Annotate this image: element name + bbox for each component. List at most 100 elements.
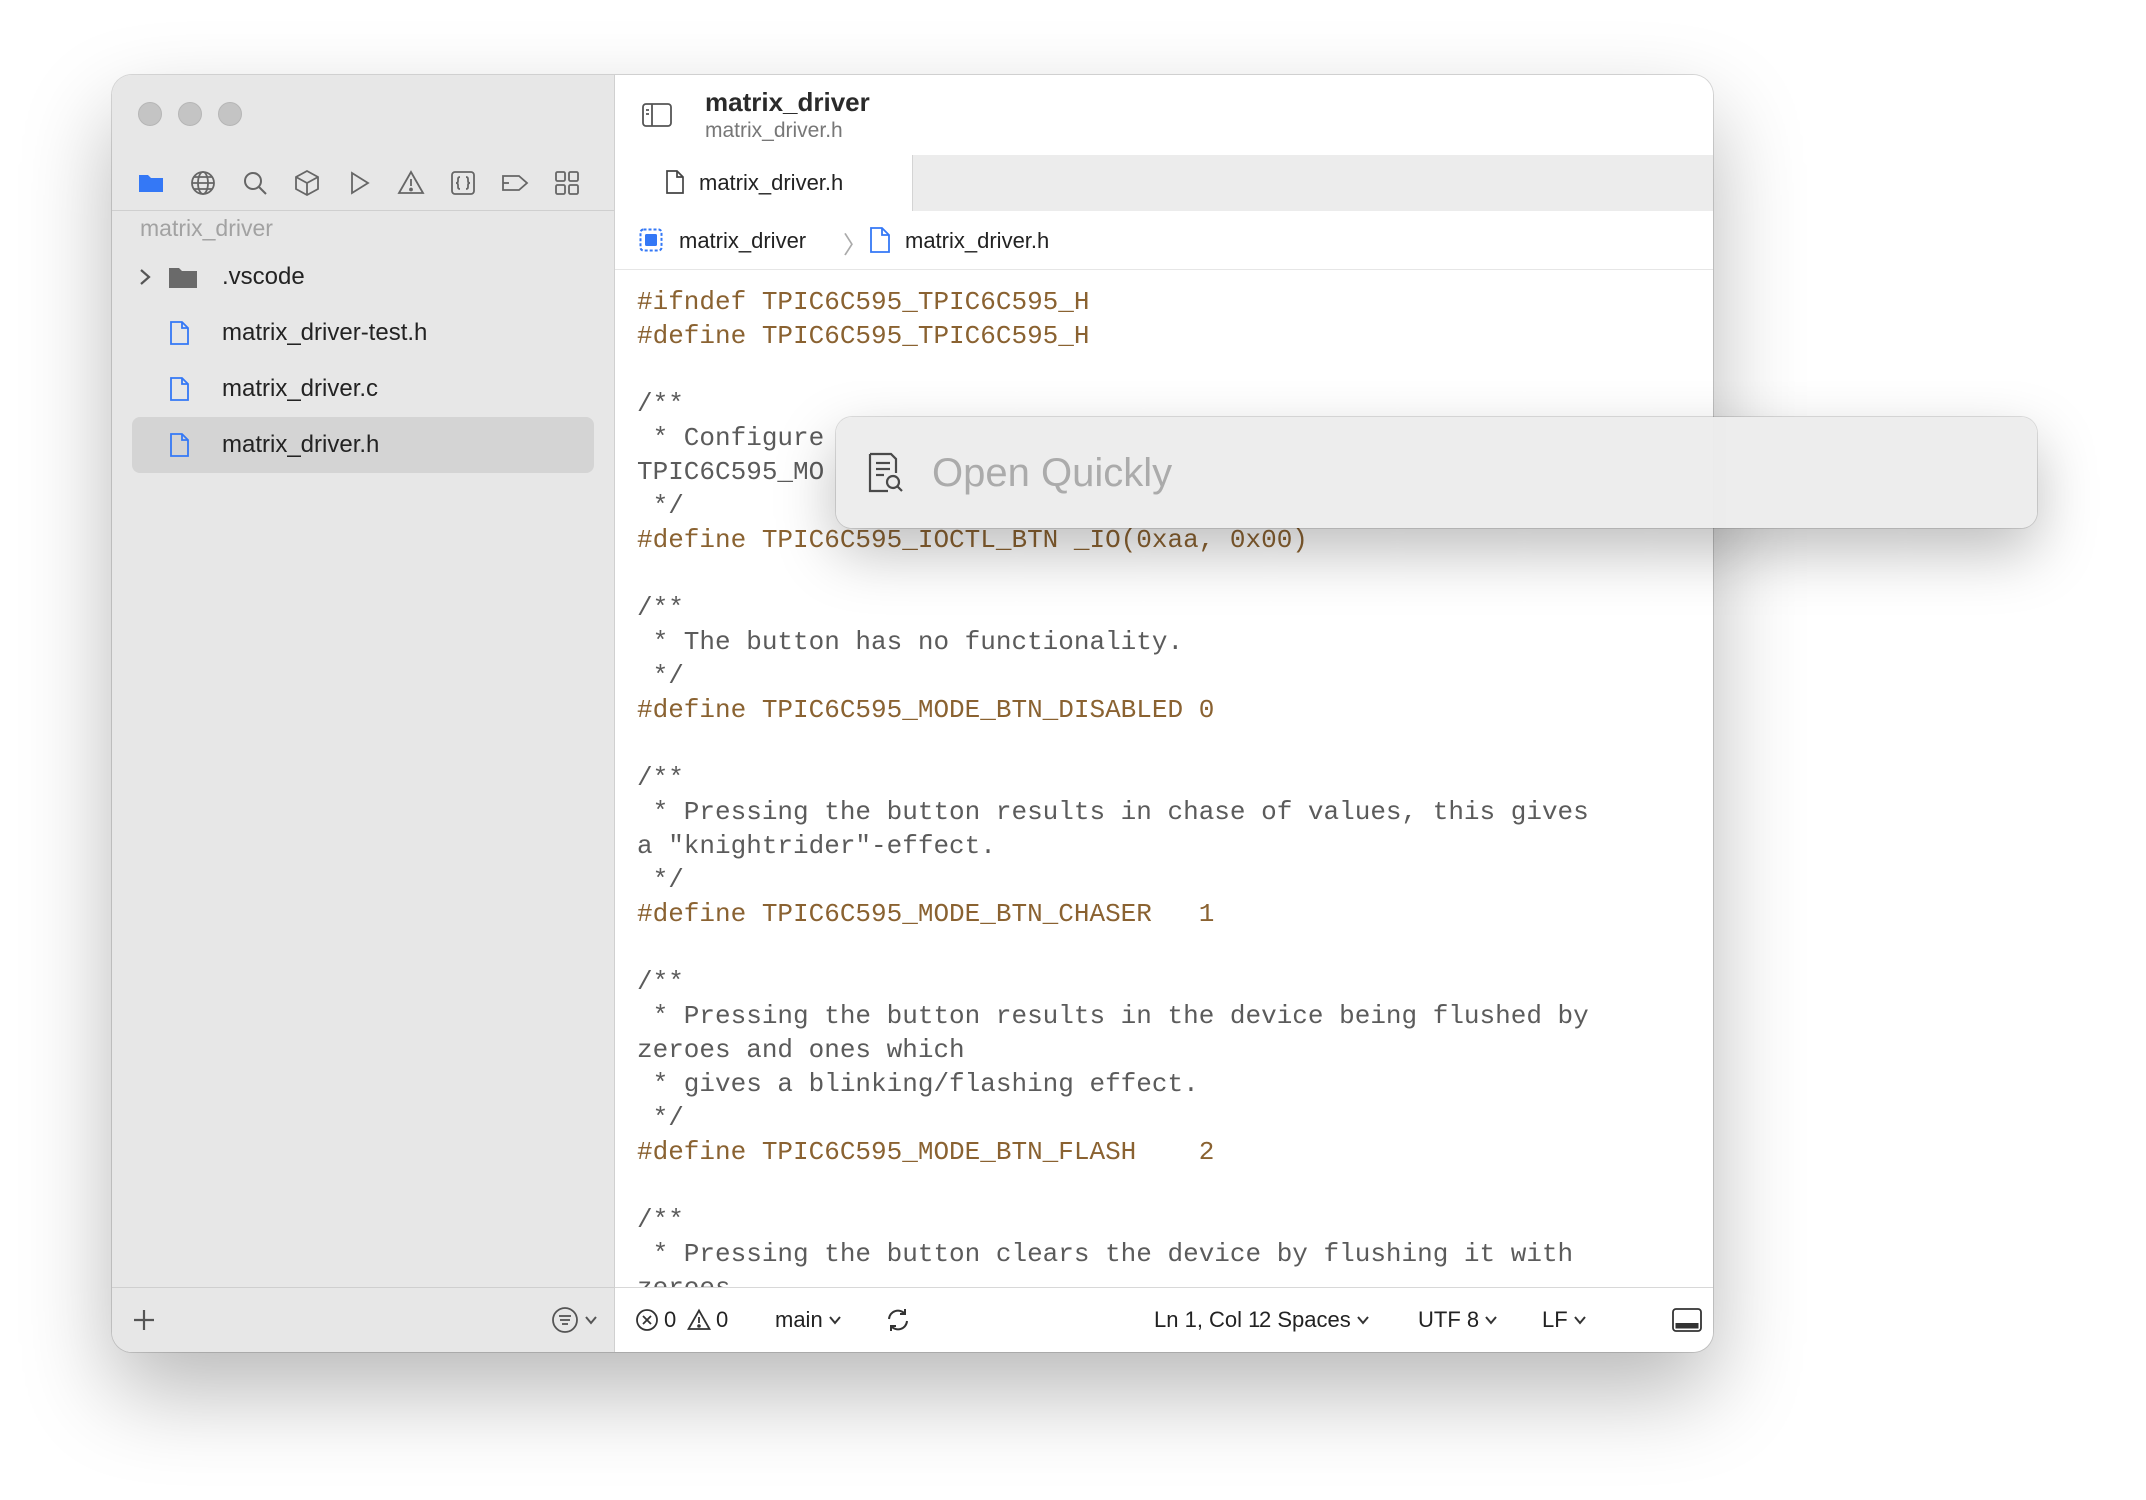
tree-item-label: matrix_driver-test.h	[222, 319, 428, 346]
globe-icon[interactable]	[188, 168, 218, 198]
code-line: * Pressing the button clears the device …	[637, 1239, 1574, 1269]
sync-button[interactable]	[883, 1305, 913, 1335]
breadcrumb-project[interactable]: matrix_driver	[679, 228, 806, 254]
breadcrumb-file[interactable]: matrix_driver.h	[905, 228, 1049, 254]
project-icon	[639, 228, 663, 257]
tree-item-matrix-driver-test-h[interactable]: matrix_driver-test.h	[132, 305, 594, 361]
tree-item-label: .vscode	[222, 263, 305, 290]
filter-icon	[552, 1307, 578, 1333]
code-line: /**	[637, 1205, 684, 1235]
code-line: * Pressing the button results in the dev…	[637, 1001, 1589, 1031]
tree-item-matrix-driver-h[interactable]: matrix_driver.h	[132, 417, 594, 473]
sync-icon	[888, 1309, 908, 1331]
window-controls	[138, 102, 242, 126]
breadcrumb: matrix_driver 〉 matrix_driver.h	[615, 211, 1713, 270]
grid-icon[interactable]	[552, 168, 582, 198]
sidebar-footer	[112, 1287, 614, 1352]
chevron-down-icon	[585, 1316, 597, 1325]
code-line: #define TPIC6C595_IOCTL_BTN _IO(0xaa, 0x…	[637, 525, 1308, 555]
code-line: #define TPIC6C595_MODE_BTN_DISABLED 0	[637, 695, 1215, 725]
chevron-down-icon	[1356, 1316, 1369, 1325]
window-header: matrix_driver matrix_driver.h	[615, 75, 1713, 156]
project-label: matrix_driver	[140, 215, 273, 241]
status-bar: 0 0 main Ln 1, Col 1 2 Spaces UTF 8 LF	[615, 1287, 1713, 1352]
folder-icon	[168, 265, 198, 289]
open-quickly-palette	[836, 417, 2037, 528]
line-ending-label: LF	[1542, 1307, 1568, 1332]
package-icon[interactable]	[292, 168, 322, 198]
sidebar-toggle-icon[interactable]	[641, 101, 673, 134]
error-count[interactable]: 0	[635, 1307, 676, 1333]
code-line: */	[637, 1103, 684, 1133]
editor-window: matrix_driver .vscode matrix_driver-test…	[112, 75, 1713, 1352]
tree-item-vscode-folder[interactable]: .vscode	[132, 249, 594, 305]
braces-icon[interactable]	[448, 168, 478, 198]
bottom-panel-icon	[1672, 1308, 1702, 1332]
branch-selector[interactable]: main	[775, 1307, 842, 1333]
toggle-panel-button[interactable]	[1671, 1306, 1703, 1334]
file-icon	[665, 169, 685, 200]
cursor-position[interactable]: Ln 1, Col 1	[1154, 1307, 1260, 1333]
tree-item-label: matrix_driver.c	[222, 375, 379, 402]
warning-count-value: 0	[716, 1307, 729, 1332]
chevron-down-icon	[828, 1316, 841, 1325]
file-icon	[168, 320, 190, 346]
close-window-button[interactable]	[138, 102, 162, 126]
tab-matrix-driver-h[interactable]: matrix_driver.h	[615, 155, 913, 211]
file-tree: .vscode matrix_driver-test.h matrix_driv…	[132, 249, 594, 473]
play-icon[interactable]	[344, 168, 374, 198]
search-icon[interactable]	[240, 168, 270, 198]
code-line: a "knightrider"-effect.	[637, 831, 996, 861]
encoding-selector[interactable]: UTF 8	[1418, 1307, 1498, 1333]
code-line: zeroes.	[637, 1273, 747, 1288]
code-line: #define TPIC6C595_TPIC6C595_H	[637, 321, 1090, 351]
line-ending-selector[interactable]: LF	[1542, 1307, 1587, 1333]
indentation-selector[interactable]: 2 Spaces	[1259, 1307, 1370, 1333]
warning-icon[interactable]	[396, 168, 426, 198]
code-line: /**	[637, 593, 684, 623]
tag-icon[interactable]	[500, 168, 530, 198]
error-count-value: 0	[664, 1307, 677, 1332]
code-line: * The button has no functionality.	[637, 627, 1184, 657]
code-line: */	[637, 865, 684, 895]
chevron-right-icon[interactable]	[138, 267, 156, 287]
encoding-label: UTF 8	[1418, 1307, 1480, 1332]
code-line: */	[637, 661, 684, 691]
chevron-down-icon	[1573, 1316, 1586, 1325]
document-search-icon	[866, 451, 906, 500]
code-line: #define TPIC6C595_MODE_BTN_FLASH 2	[637, 1137, 1215, 1167]
tree-item-matrix-driver-c[interactable]: matrix_driver.c	[132, 361, 594, 417]
minimize-window-button[interactable]	[178, 102, 202, 126]
folder-icon[interactable]	[136, 168, 166, 198]
indentation-label: 2 Spaces	[1259, 1307, 1351, 1332]
filter-button[interactable]	[550, 1305, 598, 1335]
navigator-tabs	[112, 155, 614, 211]
file-icon	[168, 376, 190, 402]
breadcrumb-separator: 〉	[843, 232, 867, 259]
code-line: /**	[637, 389, 684, 419]
sidebar: matrix_driver .vscode matrix_driver-test…	[112, 75, 615, 1352]
file-icon	[869, 226, 891, 259]
warning-count[interactable]: 0	[687, 1307, 728, 1333]
tab-label: matrix_driver.h	[699, 170, 844, 195]
add-file-button[interactable]	[128, 1304, 160, 1336]
tree-item-label: matrix_driver.h	[222, 431, 380, 458]
branch-label: main	[775, 1307, 823, 1332]
code-line: /**	[637, 967, 684, 997]
code-line: * Pressing the button results in chase o…	[637, 797, 1589, 827]
file-icon	[168, 432, 190, 458]
warning-icon	[687, 1308, 711, 1330]
zoom-window-button[interactable]	[218, 102, 242, 126]
code-line: /**	[637, 763, 684, 793]
tab-bar: matrix_driver.h	[615, 155, 1713, 212]
error-icon	[636, 1309, 658, 1331]
code-line: #ifndef TPIC6C595_TPIC6C595_H	[637, 287, 1090, 317]
code-line: #define TPIC6C595_MODE_BTN_CHASER 1	[637, 899, 1215, 929]
open-quickly-input[interactable]	[930, 439, 1994, 507]
window-subtitle: matrix_driver.h	[705, 119, 843, 142]
